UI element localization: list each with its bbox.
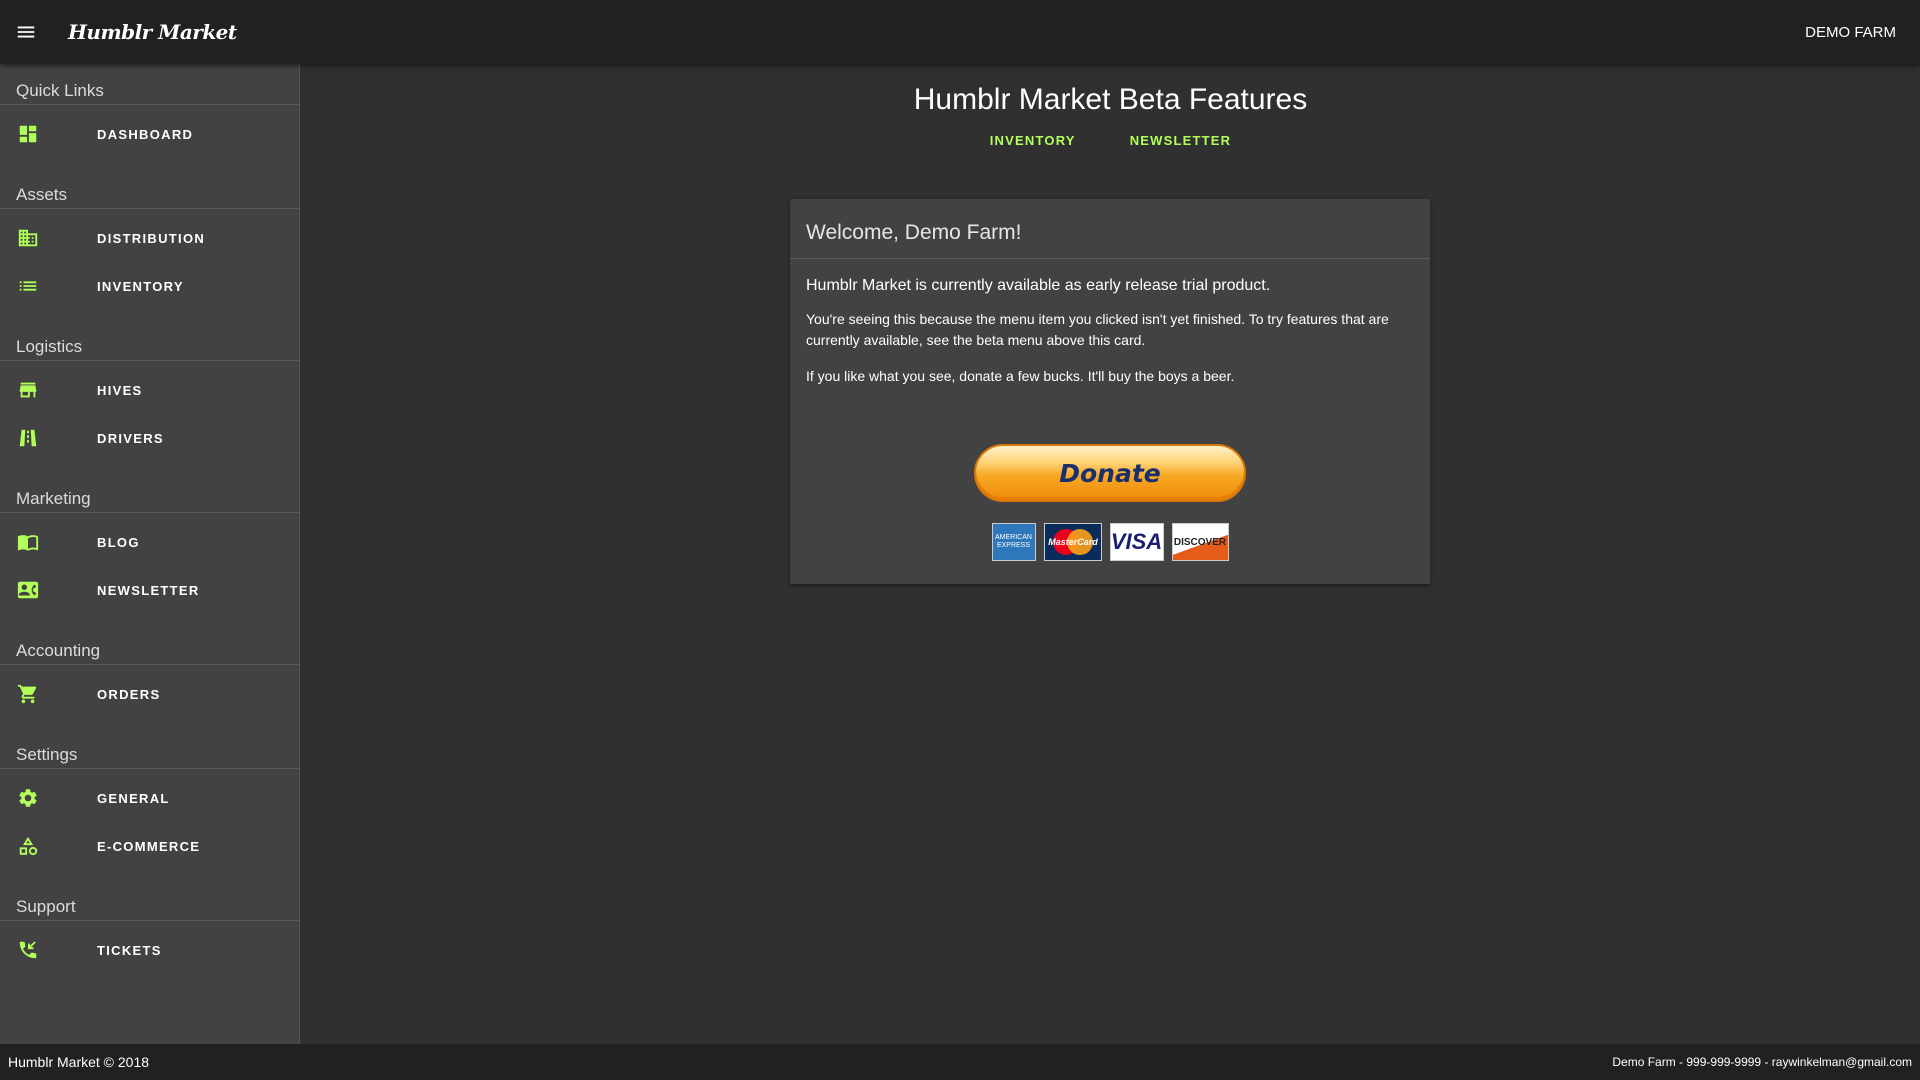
beta-menu: INVENTORY NEWSLETTER [301,133,1920,148]
menu-icon[interactable] [0,0,52,64]
sidebar-item-e-commerce[interactable]: E-COMMERCE [0,822,299,870]
cart-icon [16,682,40,706]
road-icon [16,426,40,450]
sidebar-item-label: DRIVERS [97,430,164,446]
section-header-settings: Settings [0,728,299,769]
sidebar-item-orders[interactable]: ORDERS [0,670,299,718]
sidebar-item-label: DASHBOARD [97,126,194,142]
section-header-quick-links: Quick Links [0,64,299,105]
app-bar: Humblr Market DEMO FARM [0,0,1920,64]
sidebar-item-label: BLOG [97,534,140,550]
card-paragraph: You're seeing this because the menu item… [806,311,1389,348]
card-title: Welcome, Demo Farm! [790,199,1430,259]
sidebar-item-label: INVENTORY [97,278,184,294]
sidebar-item-blog[interactable]: BLOG [0,518,299,566]
donate-button[interactable]: Donate [974,444,1246,502]
card-lead: Humblr Market is currently available as … [806,277,1271,294]
page-title: Humblr Market Beta Features [913,83,1308,116]
footer-contact: Demo Farm - 999-999-9999 - raywinkelman@… [1612,1055,1912,1069]
section-header-assets: Assets [0,168,299,209]
sidebar-item-distribution[interactable]: DISTRIBUTION [0,214,299,262]
visa-card-icon: VISA [1109,523,1164,561]
beta-tab-newsletter[interactable]: NEWSLETTER [1103,133,1259,148]
sidebar-item-newsletter[interactable]: NEWSLETTER [0,566,299,614]
payment-cards: AMERICAN EXPRESS MasterCard VISA DISCOVE… [790,523,1430,561]
sidebar-item-label: E-COMMERCE [97,838,201,854]
sidebar-item-label: GENERAL [97,790,170,806]
section-header-accounting: Accounting [0,624,299,665]
sidebar-item-label: ORDERS [97,686,161,702]
amex-card-icon: AMERICAN EXPRESS [991,523,1036,561]
list-icon [16,274,40,298]
sidebar: Quick Links DASHBOARD Assets DISTRIBUTIO… [0,64,300,1044]
book-icon [16,530,40,554]
sidebar-item-drivers[interactable]: DRIVERS [0,414,299,462]
sidebar-item-label: DISTRIBUTION [97,230,206,246]
sidebar-item-label: TICKETS [97,942,162,958]
gear-icon [16,786,40,810]
sidebar-item-hives[interactable]: HIVES [0,366,299,414]
sidebar-item-inventory[interactable]: INVENTORY [0,262,299,310]
sidebar-item-dashboard[interactable]: DASHBOARD [0,110,299,158]
building-icon [16,226,40,250]
contact-card-icon [16,578,40,602]
section-header-logistics: Logistics [0,320,299,361]
phone-callback-icon [16,938,40,962]
sidebar-item-tickets[interactable]: TICKETS [0,926,299,974]
footer: Humblr Market © 2018 Demo Farm - 999-999… [0,1044,1920,1080]
sidebar-item-general[interactable]: GENERAL [0,774,299,822]
sidebar-item-label: HIVES [97,382,143,398]
main-content: Humblr Market Beta Features INVENTORY NE… [301,64,1920,1044]
account-menu-button[interactable]: DEMO FARM [1805,24,1896,41]
welcome-card: Welcome, Demo Farm! Humblr Market is cur… [790,199,1430,584]
discover-card-icon: DISCOVER [1171,523,1229,561]
section-header-marketing: Marketing [0,472,299,513]
store-icon [16,378,40,402]
dashboard-icon [16,122,40,146]
donate-label: Donate [1059,458,1161,488]
sidebar-item-label: NEWSLETTER [97,582,200,598]
app-brand[interactable]: Humblr Market [68,20,237,44]
mastercard-label: MasterCard [1048,537,1098,547]
mastercard-icon: MasterCard [1043,523,1102,561]
shapes-icon [16,834,40,858]
section-header-support: Support [0,880,299,921]
footer-copyright: Humblr Market © 2018 [8,1054,150,1070]
beta-tab-inventory[interactable]: INVENTORY [963,133,1103,148]
card-paragraph: If you like what you see, donate a few b… [806,368,1235,384]
